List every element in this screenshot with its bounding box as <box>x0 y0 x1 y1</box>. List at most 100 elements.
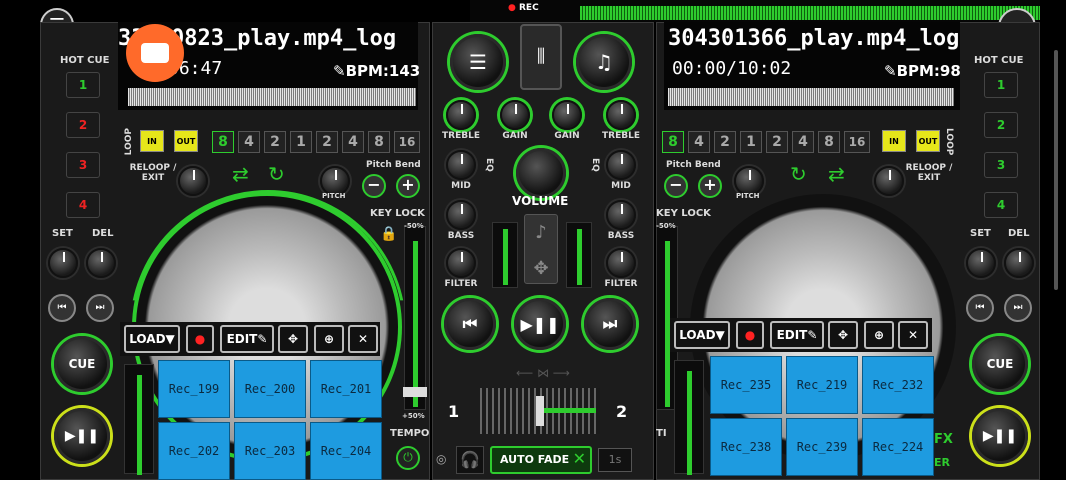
left-loop-8[interactable]: 8 <box>212 131 234 153</box>
right-set-knob[interactable] <box>966 248 996 278</box>
crossfader[interactable] <box>480 388 600 434</box>
left-pitch-plus[interactable]: + <box>396 174 420 198</box>
right-target-button[interactable]: ⊕ <box>864 321 894 349</box>
left-reloop-knob[interactable] <box>178 166 208 196</box>
left-cue-button[interactable]: CUE <box>54 336 110 392</box>
left-pitch-minus[interactable]: − <box>362 174 386 198</box>
fade-time[interactable]: 1s <box>598 448 632 472</box>
left-pitch-slider[interactable] <box>403 226 427 410</box>
left-bass-knob[interactable] <box>446 200 476 230</box>
right-filter-knob[interactable] <box>606 248 636 278</box>
right-loop-out[interactable]: OUT <box>916 130 940 152</box>
right-channel-level[interactable] <box>674 360 704 475</box>
left-pad-6[interactable]: Rec_204 <box>310 422 382 480</box>
screen-record-button[interactable] <box>126 24 184 82</box>
right-treble-knob[interactable] <box>606 100 636 130</box>
left-hot-cue-1[interactable]: 1 <box>66 72 100 98</box>
right-pad-2[interactable]: Rec_219 <box>786 356 858 414</box>
mixer-settings-button[interactable]: ⫼ <box>520 24 562 90</box>
auto-fade-button[interactable]: AUTO FADE ✕ <box>490 446 592 474</box>
right-hot-cue-3[interactable]: 3 <box>984 152 1018 178</box>
left-close-button[interactable]: ✕ <box>348 325 378 353</box>
right-edit-button[interactable]: EDIT✎ <box>770 321 824 349</box>
left-loop-4b[interactable]: 4 <box>342 131 364 153</box>
left-loop-in[interactable]: IN <box>140 130 164 152</box>
right-hot-cue-1[interactable]: 1 <box>984 72 1018 98</box>
left-gain-knob[interactable] <box>500 100 530 130</box>
left-loop-out[interactable]: OUT <box>174 130 198 152</box>
left-pad-4[interactable]: Rec_202 <box>158 422 230 480</box>
left-loop-1[interactable]: 1 <box>290 131 312 153</box>
right-pitch-minus[interactable]: − <box>664 174 688 198</box>
left-hot-cue-3[interactable]: 3 <box>66 152 100 178</box>
right-waveform[interactable] <box>668 88 954 106</box>
left-del-knob[interactable] <box>86 248 116 278</box>
right-record-button[interactable]: ● <box>736 321 764 349</box>
right-loop-4b[interactable]: 4 <box>792 131 814 153</box>
left-pad-3[interactable]: Rec_201 <box>310 360 382 418</box>
right-pad-6[interactable]: Rec_224 <box>862 418 934 476</box>
right-load-button[interactable]: LOAD▼ <box>674 321 730 349</box>
left-treble-knob[interactable] <box>446 100 476 130</box>
repeat-icon[interactable]: ↻ <box>790 162 807 186</box>
left-play-button[interactable]: ▶❚❚ <box>54 408 110 464</box>
shuffle-icon[interactable]: ⇄ <box>232 162 249 186</box>
right-move-button[interactable]: ✥ <box>828 321 858 349</box>
right-loop-2b[interactable]: 2 <box>766 131 788 153</box>
left-loop-2b[interactable]: 2 <box>316 131 338 153</box>
left-pad-1[interactable]: Rec_199 <box>158 360 230 418</box>
left-pad-5[interactable]: Rec_203 <box>234 422 306 480</box>
right-hot-cue-4[interactable]: 4 <box>984 192 1018 218</box>
right-loop-8b[interactable]: 8 <box>818 131 840 153</box>
right-channel-fader[interactable] <box>566 222 592 288</box>
left-record-button[interactable]: ● <box>186 325 214 353</box>
mixer-next-button[interactable]: ⏭ <box>584 298 636 350</box>
left-sync-button[interactable]: ⏻ <box>396 446 420 470</box>
scrollbar[interactable] <box>1054 50 1058 290</box>
right-cue-button[interactable]: CUE <box>972 336 1028 392</box>
right-close-button[interactable]: ✕ <box>898 321 928 349</box>
left-waveform[interactable] <box>128 88 416 106</box>
master-volume-knob[interactable] <box>516 148 566 198</box>
music-library-button[interactable]: ♫ <box>576 34 632 90</box>
left-loop-4[interactable]: 4 <box>238 131 260 153</box>
right-play-button[interactable]: ▶❚❚ <box>972 408 1028 464</box>
right-mid-knob[interactable] <box>606 150 636 180</box>
left-hot-cue-4[interactable]: 4 <box>66 192 100 218</box>
right-gain-knob[interactable] <box>552 100 582 130</box>
shuffle-icon[interactable]: ⇄ <box>828 162 845 186</box>
overview-waveform[interactable]: ● REC <box>470 0 1040 22</box>
right-reloop-knob[interactable] <box>874 166 904 196</box>
left-loop-2[interactable]: 2 <box>264 131 286 153</box>
mixer-prev-button[interactable]: ⏮ <box>444 298 496 350</box>
left-channel-fader[interactable] <box>492 222 518 288</box>
right-fx-label[interactable]: FX <box>934 432 953 447</box>
headphones-button[interactable]: 🎧 <box>456 446 484 474</box>
left-pad-2[interactable]: Rec_200 <box>234 360 306 418</box>
right-loop-1[interactable]: 1 <box>740 131 762 153</box>
left-lock-icon[interactable]: 🔒 <box>380 226 397 242</box>
right-pad-5[interactable]: Rec_239 <box>786 418 858 476</box>
right-bass-knob[interactable] <box>606 200 636 230</box>
left-mid-knob[interactable] <box>446 150 476 180</box>
right-pitch-plus[interactable]: + <box>698 174 722 198</box>
left-loop-8b[interactable]: 8 <box>368 131 390 153</box>
right-prev-button[interactable]: ⏮ <box>966 294 994 322</box>
mixer-play-button[interactable]: ▶❚❚ <box>514 298 566 350</box>
right-pad-1[interactable]: Rec_235 <box>710 356 782 414</box>
radio-icon[interactable]: ◎ <box>436 452 446 466</box>
left-edit-button[interactable]: EDIT✎ <box>220 325 274 353</box>
mixer-logo-button[interactable]: ♪ ✥ <box>524 214 558 284</box>
left-target-button[interactable]: ⊕ <box>314 325 344 353</box>
right-pad-4[interactable]: Rec_238 <box>710 418 782 476</box>
left-hot-cue-2[interactable]: 2 <box>66 112 100 138</box>
right-loop-in[interactable]: IN <box>882 130 906 152</box>
left-filter-knob[interactable] <box>446 248 476 278</box>
left-move-button[interactable]: ✥ <box>278 325 308 353</box>
right-pad-3[interactable]: Rec_232 <box>862 356 934 414</box>
right-loop-16[interactable]: 16 <box>844 131 870 153</box>
left-prev-button[interactable]: ⏮ <box>48 294 76 322</box>
playlist-button[interactable]: ☰ <box>450 34 506 90</box>
repeat-icon[interactable]: ↻ <box>268 162 285 186</box>
right-loop-2[interactable]: 2 <box>714 131 736 153</box>
